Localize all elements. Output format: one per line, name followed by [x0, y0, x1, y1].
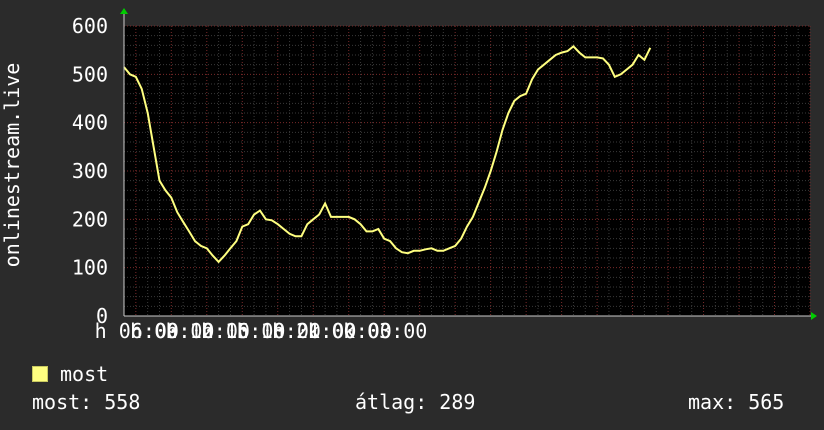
legend-label-most: most: [60, 362, 109, 386]
line-chart: 0100200300400500600 h 06:00h 09:00h 12:0…: [0, 8, 817, 343]
legend-swatch-most: [32, 366, 48, 382]
legend: most: [32, 362, 108, 386]
y-tick-label: 400: [72, 111, 108, 135]
y-axis-arrow: [120, 8, 128, 14]
x-tick-label: k 03:00: [343, 319, 427, 343]
y-tick-label: 600: [72, 14, 108, 38]
stat-current: most: 558: [32, 390, 141, 414]
x-axis-arrow: [811, 312, 817, 320]
y-tick-label: 500: [72, 62, 108, 86]
y-tick-label: 300: [72, 159, 108, 183]
y-axis-label: onlinestream.live: [0, 63, 24, 268]
y-tick-label: 200: [72, 207, 108, 231]
y-tick-label: 100: [72, 256, 108, 280]
stat-average: átlag: 289: [355, 390, 476, 414]
stat-max: max: 565: [688, 390, 785, 414]
y-tick-labels: 0100200300400500600: [72, 14, 108, 328]
x-tick-labels: h 06:00h 09:00h 12:00h 15:00h 18:00h 21:…: [95, 319, 428, 343]
